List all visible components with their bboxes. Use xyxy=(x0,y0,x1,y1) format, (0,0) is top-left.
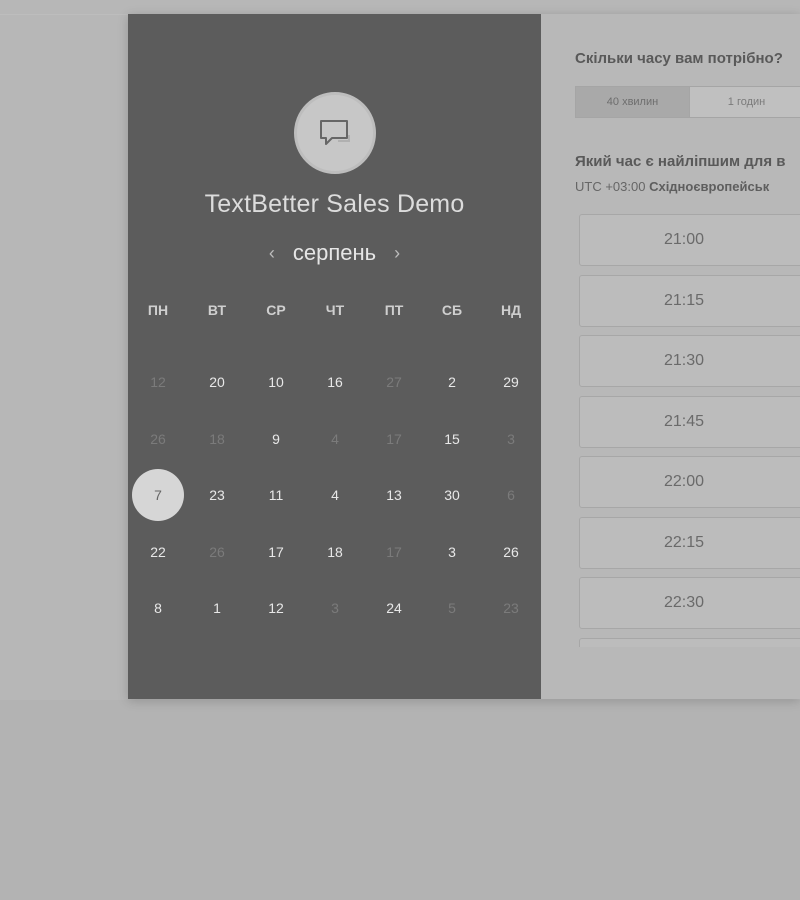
time-picker-panel: Скільки часу вам потрібно? 40 хвилин 1 го… xyxy=(541,14,800,699)
calendar-grid: 12 20 10 16 27 2 29 26 18 9 4 17 15 3 7 23 11 4 13 30 6 22 26 1… xyxy=(128,14,541,699)
timezone-label[interactable]: UTC +03:00 Східноєвропейськ xyxy=(575,179,769,194)
calendar-day[interactable]: 30 xyxy=(423,485,481,505)
calendar-day[interactable]: 22 xyxy=(129,542,187,562)
time-slot-list: 21:00 21:15 21:30 21:45 22:00 22:15 22:30 xyxy=(579,214,800,647)
calendar-day[interactable]: 17 xyxy=(247,542,305,562)
calendar-day[interactable]: 10 xyxy=(247,372,305,392)
calendar-day: 6 xyxy=(507,487,515,503)
calendar-day: 26 xyxy=(150,431,166,447)
calendar-day: 26 xyxy=(209,544,225,560)
time-slot-button[interactable]: 22:00 xyxy=(579,456,800,508)
calendar-day[interactable]: 29 xyxy=(482,372,540,392)
calendar-day[interactable]: 24 xyxy=(365,598,423,618)
time-slot-button[interactable]: 21:15 xyxy=(579,274,800,327)
calendar-panel: TextBetter Sales Demo ‹ серпень › ПН ВТ СР… xyxy=(128,14,541,699)
calendar-day[interactable]: 16 xyxy=(306,372,364,392)
calendar-day: 17 xyxy=(386,544,402,560)
timezone-name: Східноєвропейськ xyxy=(649,179,770,194)
calendar-day: 3 xyxy=(331,600,339,616)
calendar-day: 17 xyxy=(386,431,402,447)
calendar-day: 18 xyxy=(209,431,225,447)
timezone-offset: UTC +03:00 xyxy=(575,179,646,194)
calendar-day: 5 xyxy=(448,600,456,616)
time-slot-button[interactable]: 21:45 xyxy=(579,395,800,448)
time-question: Який час є найліпшим для в xyxy=(575,153,786,170)
calendar-day[interactable]: 13 xyxy=(365,485,423,505)
calendar-day[interactable]: 4 xyxy=(306,485,364,505)
calendar-day: 12 xyxy=(150,374,166,390)
duration-selector: 40 хвилин 1 годин xyxy=(575,86,800,118)
background-divider xyxy=(0,14,128,15)
calendar-day: 4 xyxy=(331,431,339,447)
time-slot-button[interactable] xyxy=(579,637,800,647)
calendar-day[interactable]: 2 xyxy=(423,372,481,392)
calendar-day[interactable]: 20 xyxy=(188,372,246,392)
time-slot-button[interactable]: 22:15 xyxy=(579,516,800,569)
calendar-day[interactable]: 15 xyxy=(423,429,481,449)
calendar-day[interactable]: 11 xyxy=(247,485,305,505)
calendar-day: 3 xyxy=(507,431,515,447)
duration-option[interactable]: 40 хвилин xyxy=(576,87,690,117)
calendar-day[interactable]: 9 xyxy=(247,429,305,449)
duration-option[interactable]: 1 годин xyxy=(690,87,800,117)
calendar-day[interactable]: 8 xyxy=(129,598,187,618)
calendar-day[interactable]: 12 xyxy=(247,598,305,618)
calendar-day: 27 xyxy=(386,374,402,390)
duration-question: Скільки часу вам потрібно? xyxy=(575,50,783,67)
calendar-day[interactable]: 23 xyxy=(188,485,246,505)
calendar-day[interactable]: 18 xyxy=(306,542,364,562)
calendar-day[interactable]: 26 xyxy=(482,542,540,562)
time-slot-button[interactable]: 21:00 xyxy=(579,214,800,266)
calendar-day: 23 xyxy=(503,600,519,616)
time-slot-button[interactable]: 22:30 xyxy=(579,577,800,629)
calendar-day[interactable]: 3 xyxy=(423,542,481,562)
time-slot-button[interactable]: 21:30 xyxy=(579,335,800,387)
scheduling-widget: TextBetter Sales Demo ‹ серпень › ПН ВТ СР… xyxy=(128,14,800,699)
calendar-day-selected[interactable]: 7 xyxy=(132,469,184,521)
calendar-day[interactable]: 1 xyxy=(188,598,246,618)
